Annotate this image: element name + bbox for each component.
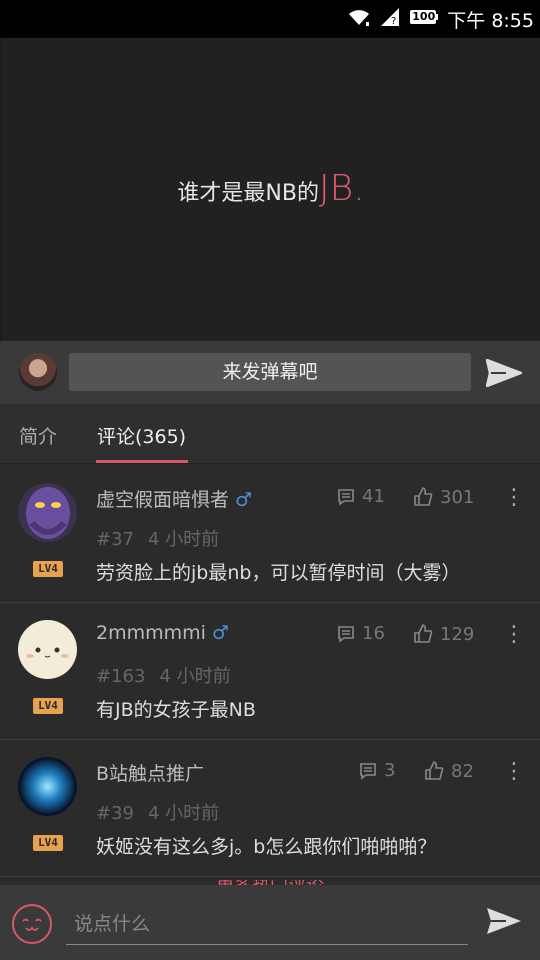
reply-count-value: 3 — [384, 760, 396, 781]
commenter-name[interactable]: B站触点推广 — [96, 759, 204, 786]
male-icon: ♂ — [211, 622, 229, 644]
comment-item: LV4 虚空假面暗惧者 ♂ 41 301 ⋮ #37 4 小时前 劳资脸上的jb最n… — [0, 465, 540, 603]
reply-count[interactable]: 41 — [336, 486, 385, 507]
user-avatar[interactable] — [19, 353, 57, 391]
comment-text: 劳资脸上的jb最nb，可以暂停时间（大雾） — [96, 562, 461, 584]
thumbs-up-icon — [425, 761, 444, 780]
reply-count[interactable]: 16 — [336, 623, 385, 644]
level-badge: LV4 — [33, 561, 63, 577]
like-count-value: 82 — [451, 760, 474, 782]
video-caption-accent: JB. — [318, 168, 365, 209]
more-options-icon[interactable]: ⋮ — [503, 485, 525, 510]
level-badge: LV4 — [33, 698, 63, 714]
video-caption: 谁才是最NB的JB. — [1, 168, 540, 209]
like-count[interactable]: 82 — [423, 760, 474, 782]
commenter-avatar[interactable] — [18, 620, 77, 679]
thumbs-up-icon — [414, 624, 433, 643]
comment-item: LV4 2mmmmmi ♂ 16 129 ⋮ #163 4 小时前 有JB的女孩子最… — [0, 602, 540, 740]
like-count[interactable]: 301 — [412, 486, 474, 508]
comment-text: 有JB的女孩子最NB — [96, 699, 256, 721]
tab-comments[interactable]: 评论(365) — [97, 422, 186, 449]
video-player[interactable]: 谁才是最NB的JB. — [0, 38, 540, 341]
reply-count-value: 16 — [362, 623, 385, 644]
comment-text: 妖姬没有这么多j。b怎么跟你们啪啪啪？ — [96, 836, 437, 858]
svg-text:?: ? — [391, 16, 396, 27]
reply-icon — [360, 762, 376, 780]
clock: 下午 8:55 — [447, 9, 534, 32]
wifi-icon — [347, 7, 371, 31]
comment-list[interactable]: LV4 虚空假面暗惧者 ♂ 41 301 ⋮ #37 4 小时前 劳资脸上的jb最n… — [0, 465, 540, 885]
tab-bar: 简介 评论(365) — [0, 404, 540, 464]
male-icon: ♂ — [235, 489, 253, 511]
commenter-name[interactable]: 2mmmmmi ♂ — [96, 622, 229, 644]
reply-count-value: 41 — [362, 486, 385, 507]
comment-meta: #39 4 小时前 — [96, 799, 219, 825]
tab-intro[interactable]: 简介 — [19, 422, 57, 449]
level-badge: LV4 — [33, 835, 63, 851]
floor-number: #37 — [96, 529, 134, 550]
comment-time: 4 小时前 — [148, 529, 220, 550]
danmaku-input[interactable]: 来发弹幕吧 — [69, 353, 471, 391]
like-count-value: 301 — [440, 486, 475, 508]
battery-level: 100 — [412, 10, 436, 23]
divider — [0, 463, 540, 464]
like-count[interactable]: 129 — [412, 623, 474, 645]
comment-item: LV4 B站触点推广 3 82 ⋮ #39 4 小时前 妖姬没有这么多j。b怎么跟… — [0, 739, 540, 877]
reply-icon — [338, 625, 354, 643]
commenter-name-text: 虚空假面暗惧者 — [96, 489, 230, 511]
floor-number: #163 — [96, 666, 146, 687]
thumbs-up-icon — [414, 487, 433, 506]
commenter-name[interactable]: 虚空假面暗惧者 ♂ — [96, 485, 252, 512]
reply-icon — [338, 488, 354, 506]
more-options-icon[interactable]: ⋮ — [503, 759, 525, 784]
comment-time: 4 小时前 — [159, 666, 231, 687]
more-options-icon[interactable]: ⋮ — [503, 622, 525, 647]
reply-count[interactable]: 3 — [358, 760, 395, 781]
emoji-icon[interactable] — [12, 904, 52, 944]
commenter-name-text: 2mmmmmi — [96, 622, 206, 644]
commenter-avatar[interactable] — [18, 483, 77, 542]
video-caption-text: 谁才是最NB的 — [177, 181, 319, 206]
send-comment-icon[interactable] — [486, 907, 522, 939]
floor-number: #39 — [96, 803, 134, 824]
signal-unknown-icon: ? — [379, 6, 401, 32]
like-count-value: 129 — [440, 623, 475, 645]
comment-composer — [0, 885, 540, 960]
comment-meta: #37 4 小时前 — [96, 525, 219, 551]
comment-time: 4 小时前 — [148, 803, 220, 824]
send-danmaku-icon[interactable] — [485, 358, 523, 391]
danmaku-bar: 来发弹幕吧 — [0, 341, 540, 404]
commenter-avatar[interactable] — [18, 757, 77, 816]
battery-icon: 100 — [409, 8, 439, 30]
commenter-name-text: B站触点推广 — [96, 763, 205, 785]
comment-input[interactable] — [66, 903, 468, 945]
status-bar: ? 100 下午 8:55 — [0, 0, 540, 38]
comment-meta: #163 4 小时前 — [96, 662, 231, 688]
